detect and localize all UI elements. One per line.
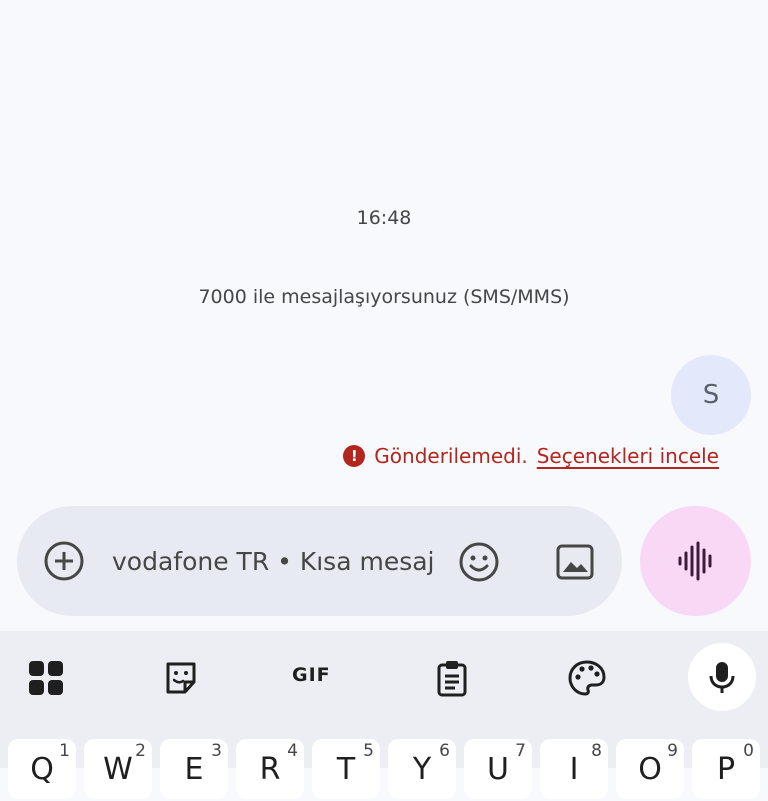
key-label: O [638, 752, 662, 787]
send-failed-row: ! Gönderilemedi. Seçenekleri incele [343, 444, 719, 468]
clipboard-icon[interactable] [432, 658, 472, 698]
key-hint: 3 [211, 741, 222, 761]
composer: vodafone TR • Kısa mesaj [17, 506, 622, 616]
apps-grid-icon[interactable] [26, 658, 66, 698]
key-label: T [336, 752, 356, 787]
key-hint: 9 [667, 741, 678, 761]
key-hint: 6 [439, 741, 450, 761]
key-hint: 7 [515, 741, 526, 761]
key-hint: 2 [135, 741, 146, 761]
waveform-icon [678, 541, 711, 581]
key-hint: 5 [363, 741, 374, 761]
key-q[interactable]: Q1 [8, 739, 76, 799]
sticker-icon[interactable] [161, 658, 201, 698]
gallery-icon[interactable] [555, 543, 595, 581]
timestamp: 16:48 [356, 207, 412, 229]
key-y[interactable]: Y6 [388, 739, 456, 799]
key-label: P [716, 752, 736, 787]
message-input[interactable]: vodafone TR • Kısa mesaj [112, 546, 442, 578]
voice-message-button[interactable] [640, 506, 751, 616]
key-label: U [487, 752, 509, 787]
keyboard-row-top: Q1W2E3R4T5Y6U7I8O9P0 [8, 739, 760, 799]
review-options-link[interactable]: Seçenekleri incele [537, 444, 719, 468]
key-hint: 8 [591, 741, 602, 761]
send-failed-text: Gönderilemedi. [374, 444, 528, 468]
key-i[interactable]: I8 [540, 739, 608, 799]
key-u[interactable]: U7 [464, 739, 532, 799]
key-hint: 0 [743, 741, 754, 761]
bubble-text: S [702, 380, 720, 410]
key-label: R [259, 752, 281, 787]
gif-button[interactable]: GIF [292, 664, 331, 686]
key-hint: 1 [59, 741, 70, 761]
emoji-icon[interactable] [458, 541, 500, 583]
message-bubble[interactable]: S [671, 355, 751, 435]
voice-typing-button[interactable] [688, 643, 756, 711]
add-attachment-icon[interactable] [43, 540, 85, 582]
key-label: E [184, 752, 204, 787]
key-label: I [569, 752, 579, 787]
microphone-icon [709, 662, 735, 693]
key-e[interactable]: E3 [160, 739, 228, 799]
key-hint: 4 [287, 741, 298, 761]
key-label: Q [30, 752, 54, 787]
key-label: Y [412, 752, 432, 787]
key-label: W [103, 752, 133, 787]
key-t[interactable]: T5 [312, 739, 380, 799]
key-p[interactable]: P0 [692, 739, 760, 799]
error-icon: ! [343, 445, 366, 467]
key-w[interactable]: W2 [84, 739, 152, 799]
palette-icon[interactable] [567, 658, 607, 698]
key-o[interactable]: O9 [616, 739, 684, 799]
key-r[interactable]: R4 [236, 739, 304, 799]
conversation-info: 7000 ile mesajlaşıyorsunuz (SMS/MMS) [198, 286, 570, 308]
